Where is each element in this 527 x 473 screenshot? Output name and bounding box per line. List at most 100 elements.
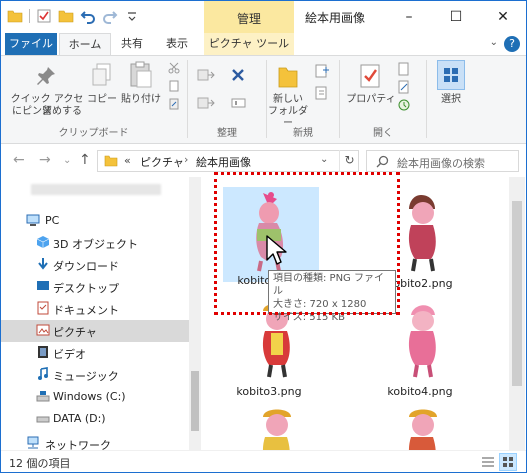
file-thumbnail[interactable] bbox=[393, 191, 453, 275]
cut-icon[interactable] bbox=[168, 62, 180, 74]
file-thumbnail[interactable] bbox=[393, 297, 453, 381]
details-view-icon[interactable] bbox=[481, 455, 495, 469]
delete-icon[interactable] bbox=[231, 68, 245, 82]
file-thumbnail[interactable] bbox=[393, 403, 453, 450]
help-button[interactable]: ? bbox=[504, 36, 520, 52]
nav-item-label: デスクトップ bbox=[53, 282, 119, 295]
undo-icon[interactable] bbox=[80, 8, 96, 24]
nav-item-label: ミュージック bbox=[53, 370, 119, 383]
select-label[interactable]: 選択 bbox=[429, 94, 473, 106]
windows-drive-icon bbox=[36, 391, 50, 402]
refresh-icon[interactable]: ↻ bbox=[339, 150, 359, 172]
nav-item-3d-objects[interactable]: 3D オブジェクト bbox=[1, 232, 189, 254]
new-item-icon[interactable] bbox=[314, 64, 330, 78]
breadcrumb-current-folder[interactable]: 絵本用画像 bbox=[196, 154, 251, 170]
breadcrumb-overflow[interactable]: « bbox=[124, 154, 131, 167]
nav-item-drive-c[interactable]: Windows (C:) bbox=[1, 386, 189, 408]
search-input[interactable]: 絵本用画像の検索 bbox=[366, 150, 519, 172]
tab-home[interactable]: ホーム bbox=[59, 33, 111, 55]
address-history-dropdown-icon[interactable]: ⌄ bbox=[320, 154, 328, 165]
blurred-quick-access-item bbox=[31, 184, 161, 195]
paste-shortcut-icon[interactable] bbox=[168, 98, 180, 110]
address-bar[interactable]: « ピクチャ › 絵本用画像 ⌄ bbox=[97, 150, 359, 172]
history-icon[interactable] bbox=[397, 98, 411, 112]
desktop-icon bbox=[37, 281, 49, 290]
explorer-window: 管理 絵本用画像 – ☐ ✕ ファイル ホーム 共有 表示 ピクチャ ツール ⌄… bbox=[0, 0, 527, 473]
file-list-scroll-thumb[interactable] bbox=[512, 201, 522, 386]
drive-icon bbox=[36, 416, 50, 423]
edit-icon[interactable] bbox=[397, 80, 411, 94]
back-arrow-icon[interactable]: ← bbox=[13, 152, 25, 168]
paste-icon[interactable] bbox=[128, 60, 154, 90]
properties-icon[interactable] bbox=[358, 62, 382, 90]
nav-item-drive-d[interactable]: DATA (D:) bbox=[1, 408, 189, 430]
pin-icon[interactable] bbox=[34, 64, 58, 88]
properties-label[interactable]: プロパティ bbox=[343, 94, 399, 106]
title-bar: 管理 絵本用画像 – ☐ ✕ bbox=[1, 1, 526, 33]
nav-item-desktop[interactable]: デスクトップ bbox=[1, 276, 189, 298]
nav-item-label: ドキュメント bbox=[53, 304, 119, 317]
up-arrow-icon[interactable]: ↑ bbox=[79, 152, 91, 168]
file-name[interactable]: kobito4.png bbox=[375, 385, 465, 398]
properties-check-icon[interactable] bbox=[36, 8, 52, 24]
nav-item-videos[interactable]: ビデオ bbox=[1, 342, 189, 364]
nav-item-music[interactable]: ミュージック bbox=[1, 364, 189, 386]
nav-item-label: Windows (C:) bbox=[53, 390, 126, 403]
rename-icon[interactable] bbox=[231, 96, 247, 110]
window-title: 絵本用画像 bbox=[305, 11, 366, 25]
forward-arrow-icon[interactable]: → bbox=[39, 152, 51, 168]
easy-access-icon[interactable] bbox=[314, 86, 330, 100]
network-icon bbox=[27, 436, 39, 449]
nav-item-pc[interactable]: PC bbox=[1, 210, 189, 232]
nav-item-downloads[interactable]: ダウンロード bbox=[1, 254, 189, 276]
ribbon-tabs: ファイル ホーム 共有 表示 ピクチャ ツール bbox=[1, 33, 526, 55]
new-folder-label-1[interactable]: 新しい bbox=[267, 94, 309, 106]
tab-view[interactable]: 表示 bbox=[155, 33, 199, 55]
copy-icon[interactable] bbox=[91, 62, 113, 88]
nav-item-pictures[interactable]: ピクチャ bbox=[1, 320, 189, 342]
file-name[interactable]: kobito3.png bbox=[224, 385, 314, 398]
open-icon[interactable] bbox=[397, 62, 411, 76]
folder-icon[interactable] bbox=[7, 8, 23, 24]
maximize-button[interactable]: ☐ bbox=[433, 1, 479, 33]
move-to-icon[interactable] bbox=[197, 68, 215, 82]
redo-icon[interactable] bbox=[102, 8, 118, 24]
nav-item-documents[interactable]: ドキュメント bbox=[1, 298, 189, 320]
nav-item-label: ピクチャ bbox=[53, 326, 97, 339]
collapse-ribbon-icon[interactable]: ⌄ bbox=[490, 37, 498, 48]
pin-quick-access-label-2[interactable]: にピン留めする bbox=[7, 106, 87, 118]
search-placeholder: 絵本用画像の検索 bbox=[397, 157, 485, 170]
recent-locations-icon[interactable]: ⌄ bbox=[63, 155, 71, 166]
status-bar: 12 個の項目 bbox=[1, 450, 526, 472]
breadcrumb-separator[interactable]: › bbox=[184, 153, 188, 166]
tab-picture-tools[interactable]: ピクチャ ツール bbox=[204, 33, 294, 55]
ribbon-group-divider bbox=[426, 60, 427, 138]
breadcrumb-pictures[interactable]: ピクチャ bbox=[140, 154, 184, 170]
paste-label[interactable]: 貼り付け bbox=[119, 94, 163, 106]
large-icons-view-icon bbox=[503, 457, 513, 467]
nav-pane-scroll-thumb[interactable] bbox=[191, 371, 199, 431]
minimize-button[interactable]: – bbox=[386, 1, 432, 33]
nav-item-label: PC bbox=[45, 214, 60, 227]
new-folder-icon[interactable] bbox=[58, 8, 74, 24]
search-icon bbox=[376, 155, 389, 168]
copy-path-icon[interactable] bbox=[168, 80, 180, 92]
3d-cube-icon bbox=[36, 236, 50, 248]
pictures-icon bbox=[36, 324, 50, 336]
item-count: 12 個の項目 bbox=[9, 457, 71, 470]
group-new-label: 新規 bbox=[293, 128, 313, 139]
new-folder-icon[interactable] bbox=[277, 62, 299, 90]
customize-toolbar-icon[interactable] bbox=[124, 8, 140, 24]
copy-to-icon[interactable] bbox=[197, 96, 215, 110]
large-icons-view-button[interactable] bbox=[499, 453, 517, 471]
tab-file[interactable]: ファイル bbox=[5, 33, 57, 55]
qat-divider bbox=[29, 9, 30, 23]
ribbon-home: クイック アクセス にピン留めする コピー 貼り付け クリップボード 整理 新し… bbox=[1, 55, 526, 144]
close-button[interactable]: ✕ bbox=[480, 1, 526, 33]
file-thumbnail[interactable] bbox=[247, 403, 307, 450]
select-button-bg[interactable] bbox=[437, 60, 465, 90]
copy-label[interactable]: コピー bbox=[85, 94, 119, 106]
music-note-icon bbox=[38, 367, 48, 380]
tab-share[interactable]: 共有 bbox=[113, 33, 151, 55]
nav-item-label: ビデオ bbox=[53, 348, 86, 361]
